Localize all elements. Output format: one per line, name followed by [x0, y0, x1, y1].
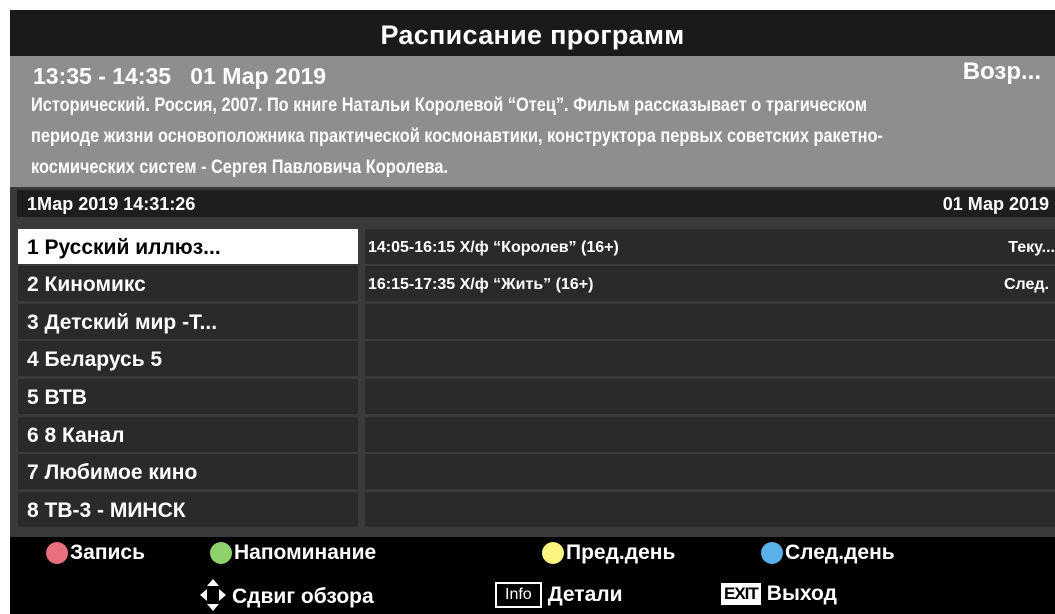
channel-item-4[interactable]: 4 Беларусь 5 — [18, 341, 358, 376]
channel-item-7[interactable]: 7 Любимое кино — [18, 454, 358, 489]
info-key-icon: Info — [495, 582, 542, 608]
page-title: Расписание программ — [10, 10, 1055, 56]
channel-item-6[interactable]: 6 8 Канал — [18, 417, 358, 452]
yellow-dot-icon — [542, 542, 564, 564]
channel-item-2[interactable]: 2 Киномикс — [18, 266, 358, 301]
event-row-8[interactable] — [365, 492, 1055, 527]
program-time-range: 13:35 - 14:35 01 Мар 2019 — [33, 63, 327, 89]
age-rating: Возр... — [962, 58, 1041, 85]
channel-item-1[interactable]: 1 Русский иллюз... — [18, 229, 358, 264]
next-day-button[interactable]: След.день — [761, 541, 895, 565]
event-row-3[interactable] — [365, 304, 1055, 339]
event-row-5[interactable] — [365, 379, 1055, 414]
button-legend: Запись Напоминание Пред.день След.день С… — [10, 537, 1055, 614]
exit-key-icon: EXIT — [721, 583, 761, 605]
next-day-label: След.день — [785, 541, 895, 564]
red-dot-icon — [46, 542, 68, 564]
exit-button[interactable]: EXIT Выход — [721, 582, 837, 606]
description-line: периоде жизни основоположника практическ… — [31, 126, 883, 147]
channel-item-5[interactable]: 5 ВТВ — [18, 379, 358, 414]
reminder-label: Напоминание — [234, 541, 377, 564]
program-info-panel: 13:35 - 14:35 01 Мар 2019 Возр... Истори… — [10, 56, 1055, 187]
event-status: Теку... — [1008, 239, 1055, 256]
description-line: Исторический. Россия, 2007. По книге Нат… — [31, 95, 868, 116]
event-row-1[interactable]: 14:05-16:15 Х/ф “Королев” (16+) Теку... — [365, 229, 1055, 264]
channel-item-8[interactable]: 8 ТВ-3 - МИНСК — [18, 492, 358, 527]
event-status: След. — [1003, 276, 1049, 293]
current-datetime: 1Мар 2019 14:31:26 — [27, 194, 196, 214]
green-dot-icon — [210, 542, 232, 564]
prev-day-button[interactable]: Пред.день — [542, 541, 675, 565]
scroll-label: Сдвиг обзора — [232, 585, 374, 608]
event-row-7[interactable] — [365, 454, 1055, 489]
event-row-6[interactable] — [365, 417, 1055, 452]
event-row-4[interactable] — [365, 341, 1055, 376]
description-line: космических систем - Сергея Павловича Ко… — [31, 157, 449, 178]
reminder-button[interactable]: Напоминание — [210, 541, 376, 565]
event-row-2[interactable]: 16:15-17:35 Х/ф “Жить” (16+) След. — [365, 266, 1055, 301]
program-description: Исторический. Россия, 2007. По книге Нат… — [31, 90, 1029, 183]
details-label: Детали — [547, 583, 623, 606]
navigation-arrows-icon — [200, 579, 226, 611]
record-label: Запись — [70, 541, 146, 564]
record-button[interactable]: Запись — [46, 541, 145, 565]
prev-day-label: Пред.день — [566, 541, 676, 564]
exit-label: Выход — [766, 582, 837, 605]
epg-screen: Расписание программ 13:35 - 14:35 01 Мар… — [10, 10, 1055, 614]
blue-dot-icon — [761, 542, 783, 564]
details-button[interactable]: Info Детали — [495, 582, 623, 608]
event-title: 14:05-16:15 Х/ф “Королев” (16+) — [368, 239, 619, 256]
selected-date: 01 Мар 2019 — [942, 194, 1049, 214]
channel-item-3[interactable]: 3 Детский мир -Т... — [18, 304, 358, 339]
scroll-overview-button[interactable]: Сдвиг обзора — [232, 585, 374, 609]
date-bar: 1Мар 2019 14:31:26 01 Мар 2019 — [17, 190, 1055, 217]
event-title: 16:15-17:35 Х/ф “Жить” (16+) — [368, 276, 594, 293]
